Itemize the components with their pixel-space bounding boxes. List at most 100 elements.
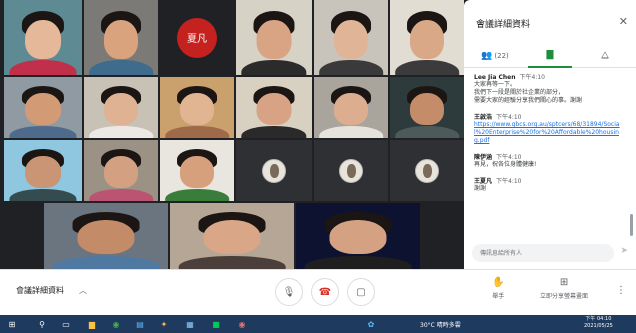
participant-tile[interactable] (4, 140, 82, 201)
participant-video (256, 92, 292, 125)
activities-icon: ⧋ (600, 51, 610, 61)
participant-video (52, 255, 160, 269)
line-app-icon[interactable]: ■ (210, 318, 222, 330)
participant-video (304, 255, 412, 269)
present-now-button[interactable]: ⊞ 立即分享螢幕畫面 (540, 277, 588, 300)
windows-start-icon[interactable]: ⊞ (6, 318, 18, 330)
app-icon[interactable]: ✿ (365, 318, 377, 330)
message-text: 我們下一段是關於社企業的部分， (474, 89, 565, 96)
meeting-controls-bar: 會議詳細資料 ︿ 🎙 ☎ ▢ ✋ 舉手 ⊞ 立即分享螢幕畫面 ⋮ (0, 269, 636, 315)
participant-tile[interactable] (236, 77, 312, 138)
microphone-icon: 🎙 (282, 286, 296, 298)
microphone-button[interactable]: 🎙 (275, 278, 303, 306)
participant-video (165, 188, 229, 201)
weather-widget[interactable]: 30°C 晴時多雲 (420, 320, 461, 329)
app-icon[interactable]: ▦ (184, 318, 196, 330)
participant-tile[interactable] (296, 203, 420, 269)
participant-tile[interactable] (170, 203, 294, 269)
participant-tile[interactable] (4, 77, 82, 138)
participant-video (165, 125, 229, 138)
participant-video (329, 220, 387, 255)
message-author: 王啟浩 (474, 114, 493, 121)
participant-video (241, 125, 307, 138)
participant-video (103, 19, 139, 59)
present-screen-icon: ⊞ (559, 277, 569, 288)
camera-icon: ▢ (356, 286, 366, 298)
clock-date: 2021/05/25 (584, 323, 613, 329)
chat-input[interactable] (472, 244, 614, 262)
chat-message: 陳伊涵 下午4:10 再見，祝各位身體健康! (474, 152, 624, 169)
task-view-icon[interactable]: ▭ (60, 318, 72, 330)
chrome-icon[interactable]: ◉ (236, 318, 248, 330)
participant-tile[interactable] (160, 77, 234, 138)
message-time: 下午4:10 (496, 178, 522, 185)
participant-tile[interactable] (236, 0, 312, 75)
participant-video (319, 125, 383, 138)
message-time: 下午4:10 (519, 74, 545, 81)
message-author: 王夏凡 (474, 178, 493, 185)
participant-tile[interactable] (314, 0, 388, 75)
search-icon[interactable]: ⚲ (36, 318, 48, 330)
chat-message-list[interactable]: Lee Jia Chen 下午4:10 大家再等一下。 我們下一段是關於社企業的部… (474, 72, 624, 232)
message-author: 陳伊涵 (474, 154, 493, 161)
chat-icon: ▇ (546, 50, 554, 60)
chat-message: Lee Jia Chen 下午4:10 大家再等一下。 我們下一段是關於社企業的部… (474, 72, 624, 105)
raise-hand-button[interactable]: ✋ 舉手 (492, 277, 504, 300)
participant-tile[interactable]: 夏凡 (160, 0, 234, 75)
message-text: 需要大家的經驗分享我們關心的事。謝謝 (474, 97, 583, 104)
participant-video (241, 60, 307, 75)
participant-video (9, 60, 77, 75)
participant-avatar (415, 158, 439, 183)
meeting-details-button[interactable]: 會議詳細資料 (16, 285, 64, 296)
windows-taskbar: ⊞ ⚲ ▭ ▆ ◉ ▤ ✦ ▦ ■ ◉ ✿ 30°C 晴時多雲 下午 04:10… (0, 315, 636, 333)
close-icon[interactable]: ✕ (619, 15, 628, 28)
chat-message: 王啟浩 下午4:10 https://www.gbcs.org.au/sptcer… (474, 112, 624, 145)
more-options-icon[interactable]: ⋮ (616, 285, 626, 296)
tab-people[interactable]: 👥 (22) (470, 44, 520, 68)
present-label: 立即分享螢幕畫面 (540, 293, 589, 300)
hang-up-button[interactable]: ☎ (311, 278, 339, 306)
participant-tile[interactable] (390, 77, 464, 138)
app-icon[interactable]: ✦ (158, 318, 170, 330)
chevron-up-icon[interactable]: ︿ (79, 285, 87, 296)
participant-video (256, 19, 292, 59)
participant-video (9, 125, 77, 138)
message-text: 大家再等一下。 (474, 81, 517, 88)
participant-video (9, 188, 77, 201)
hand-icon: ✋ (492, 277, 505, 288)
participant-tile[interactable] (390, 0, 464, 75)
message-link[interactable]: https://www.gbcs.org.au/sptcers/68/31894… (474, 121, 624, 145)
message-time: 下午4:10 (496, 114, 522, 121)
chat-scrollbar[interactable] (630, 214, 633, 236)
participant-video (25, 92, 61, 125)
participant-video (333, 92, 369, 125)
chat-message: 王夏凡 下午4:10 謝謝 (474, 176, 624, 193)
clock[interactable]: 下午 04:10 2021/05/25 (584, 316, 613, 330)
send-icon[interactable]: ➤ (620, 246, 628, 256)
participant-tile[interactable] (390, 140, 464, 201)
camera-button[interactable]: ▢ (347, 278, 375, 306)
participant-video (409, 92, 445, 125)
app-icon[interactable]: ▤ (134, 318, 146, 330)
people-icon: 👥 (481, 51, 493, 61)
participant-video (409, 19, 445, 59)
panel-tabs: 👥 (22) ▇ ⧋ (464, 44, 636, 68)
participant-video (319, 60, 383, 75)
participant-tile[interactable] (4, 0, 82, 75)
participant-tile[interactable] (236, 140, 312, 201)
participant-tile[interactable] (314, 140, 388, 201)
participant-video (25, 155, 61, 188)
chrome-icon[interactable]: ◉ (110, 318, 122, 330)
participant-tile[interactable] (160, 140, 234, 201)
message-text: 謝謝 (474, 185, 487, 192)
tab-activities[interactable]: ⧋ (580, 44, 630, 68)
participant-tile[interactable] (84, 0, 158, 75)
participant-tile[interactable] (84, 77, 158, 138)
participant-tile[interactable] (84, 140, 158, 201)
participant-tile[interactable] (314, 77, 388, 138)
participant-tile[interactable] (44, 203, 168, 269)
tab-chat[interactable]: ▇ (528, 44, 572, 68)
participant-video (333, 19, 369, 59)
video-grid: 夏凡 (0, 0, 464, 269)
file-explorer-icon[interactable]: ▆ (86, 318, 98, 330)
